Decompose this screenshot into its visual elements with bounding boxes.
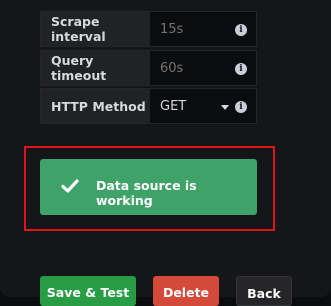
info-icon[interactable]: i [235, 24, 247, 36]
http-method-row: HTTP Method GET i [40, 88, 257, 124]
info-icon[interactable]: i [235, 101, 247, 113]
scrape-interval-row: Scrape interval i [40, 11, 257, 47]
info-icon[interactable]: i [235, 63, 247, 75]
check-icon [61, 179, 79, 193]
http-method-label: HTTP Method [41, 89, 150, 123]
scrape-interval-field[interactable]: i [150, 12, 256, 46]
datasource-settings-panel: Scrape interval i Query timeout i HTTP M… [0, 0, 331, 306]
save-test-button[interactable]: Save & Test [40, 276, 136, 306]
success-alert: Data source is working [40, 159, 257, 215]
delete-button[interactable]: Delete [153, 276, 219, 306]
query-timeout-field[interactable]: i [150, 51, 256, 85]
back-button[interactable]: Back [236, 276, 292, 306]
caret-down-icon[interactable] [221, 105, 229, 110]
query-timeout-label: Query timeout [41, 51, 150, 85]
alert-message: Data source is working [96, 178, 197, 208]
query-timeout-input[interactable] [160, 60, 220, 76]
query-timeout-row: Query timeout i [40, 50, 257, 86]
scrape-interval-label: Scrape interval [41, 12, 150, 46]
http-method-value: GET [160, 98, 187, 114]
http-method-select[interactable]: GET i [150, 89, 256, 123]
scrape-interval-input[interactable] [160, 21, 220, 37]
